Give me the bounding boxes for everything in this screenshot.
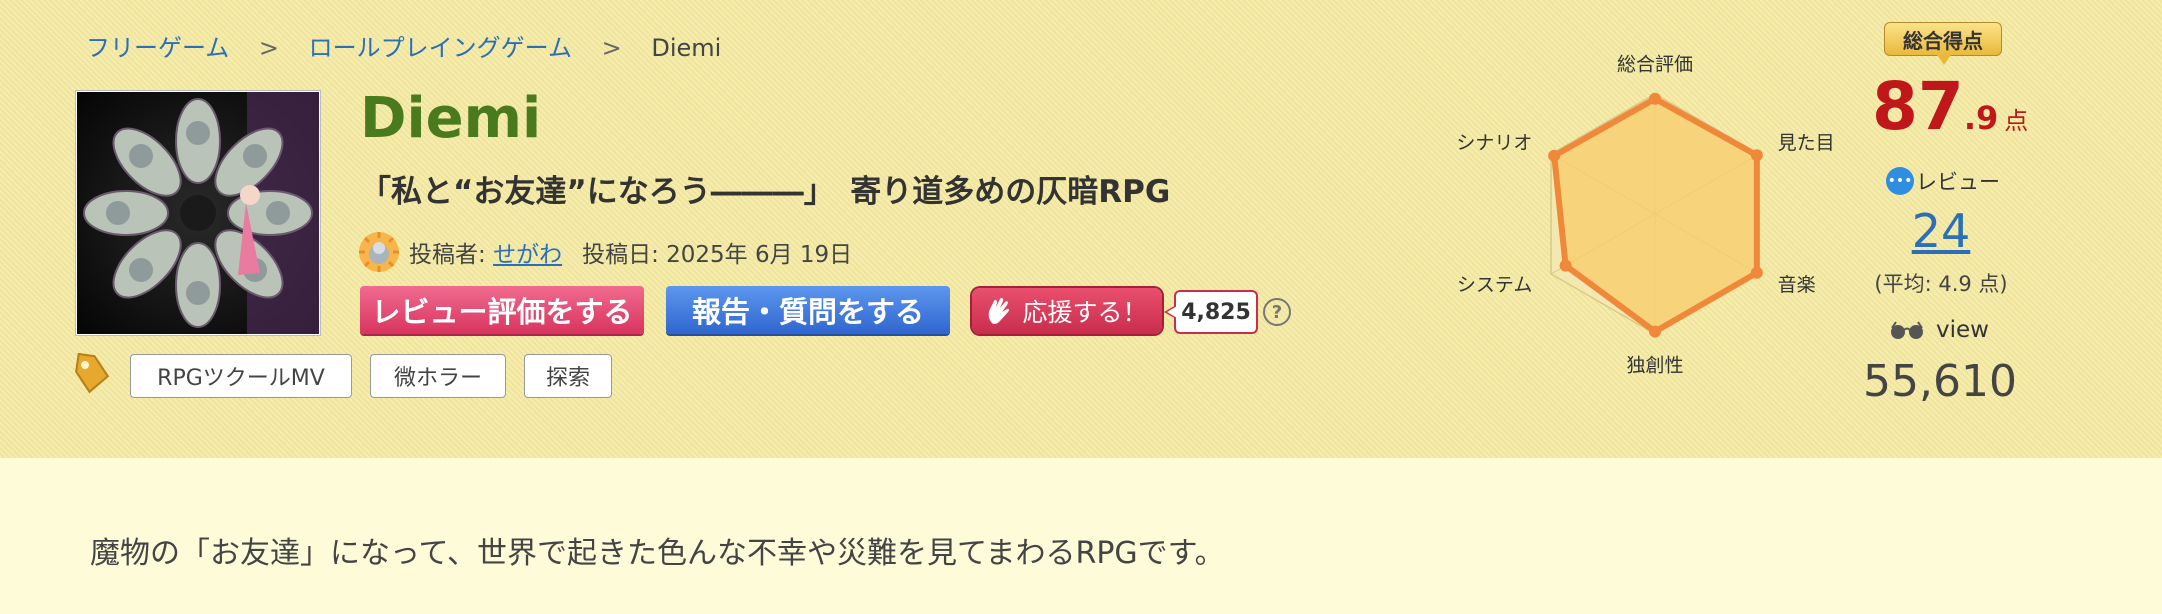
review-button[interactable]: レビュー評価をする bbox=[360, 286, 644, 334]
tag-exploration[interactable]: 探索 bbox=[524, 354, 612, 398]
review-average: (平均: 4.9 点) bbox=[1874, 272, 2008, 296]
tag-icon bbox=[75, 352, 110, 394]
view-label: view bbox=[1890, 316, 1989, 344]
review-label: ••• レビュー bbox=[1886, 166, 2000, 196]
radar-axis-label-2: 音楽 bbox=[1778, 274, 1816, 296]
radar-axis-label-4: システム bbox=[1457, 274, 1532, 296]
radar-axis-label-0: 総合評価 bbox=[1617, 53, 1693, 75]
poster-label: 投稿者: bbox=[409, 242, 486, 268]
score-badge: 総合得点 bbox=[1884, 22, 2002, 65]
radar-point-1 bbox=[1750, 149, 1763, 162]
total-score: 87.9 点 bbox=[1872, 68, 2028, 145]
view-count: 55,610 bbox=[1863, 356, 2017, 407]
game-thumbnail[interactable] bbox=[76, 91, 320, 335]
radar-point-5 bbox=[1548, 149, 1561, 162]
hand-clap-icon bbox=[989, 297, 1010, 325]
breadcrumb-current: Diemi bbox=[651, 34, 722, 62]
poster-name-link[interactable]: せがわ bbox=[493, 235, 562, 269]
poster-avatar bbox=[359, 232, 399, 272]
post-date: 2025年 6月 19日 bbox=[666, 242, 853, 268]
game-header: フリーゲーム > ロールプレイングゲーム > Diemi Diemi 「私と“お… bbox=[0, 0, 2162, 458]
tag-light-horror[interactable]: 微ホラー bbox=[370, 354, 506, 398]
breadcrumb-separator: > bbox=[258, 34, 280, 62]
radar-point-4 bbox=[1559, 259, 1572, 272]
radar-axis-label-5: シナリオ bbox=[1456, 132, 1532, 154]
support-button-label: 応援する！ bbox=[1022, 298, 1148, 327]
radar-data-area bbox=[1551, 95, 1760, 335]
help-icon[interactable]: ? bbox=[1263, 298, 1291, 326]
view-label-text: view bbox=[1936, 317, 1989, 343]
breadcrumb-separator: > bbox=[601, 34, 622, 62]
support-button[interactable]: 応援する！ bbox=[972, 288, 1162, 334]
score-decimal: .9 bbox=[1963, 99, 1999, 137]
game-description: 魔物の「お友達」になって、世界で起きた色んな不幸や災難を見てまわるRPGです。 bbox=[90, 536, 1225, 571]
rating-radar-chart: 総合評価見た目音楽独創性 システム シナリオ bbox=[1456, 53, 1835, 377]
post-meta: 投稿者: せがわ 投稿日: 2025年 6月 19日 bbox=[357, 228, 852, 276]
radar-axis-label-1: 見た目 bbox=[1778, 132, 1835, 154]
game-title: Diemi bbox=[360, 86, 542, 151]
review-label-text: レビュー bbox=[1916, 170, 2000, 194]
radar-point-3 bbox=[1649, 325, 1661, 338]
breadcrumb: フリーゲーム > ロールプレイングゲーム > Diemi bbox=[86, 28, 721, 63]
score-integer: 87 bbox=[1872, 68, 1964, 145]
breadcrumb-link-free-games[interactable]: フリーゲーム bbox=[86, 34, 229, 62]
breadcrumb-link-rpg[interactable]: ロールプレイングゲーム bbox=[309, 34, 572, 62]
tag-rpg-maker-mv[interactable]: RPGツクールMV bbox=[130, 354, 352, 398]
radar-axis-label-3: 独創性 bbox=[1626, 355, 1683, 377]
support-count: 4,825 bbox=[1164, 290, 1258, 334]
radar-point-0 bbox=[1649, 92, 1661, 105]
speech-bubble-icon: ••• bbox=[1886, 167, 1914, 195]
report-button[interactable]: 報告・質問をする bbox=[666, 286, 950, 334]
glasses-icon bbox=[1891, 321, 1923, 339]
game-catchphrase: 「私と“お友達”になろう―――」 寄り道多めの仄暗RPG bbox=[360, 174, 1171, 210]
post-date-label: 投稿日: bbox=[582, 242, 659, 268]
radar-point-2 bbox=[1750, 266, 1763, 279]
score-unit: 点 bbox=[2004, 107, 2029, 135]
review-count-link[interactable]: 24 bbox=[1876, 204, 2006, 258]
